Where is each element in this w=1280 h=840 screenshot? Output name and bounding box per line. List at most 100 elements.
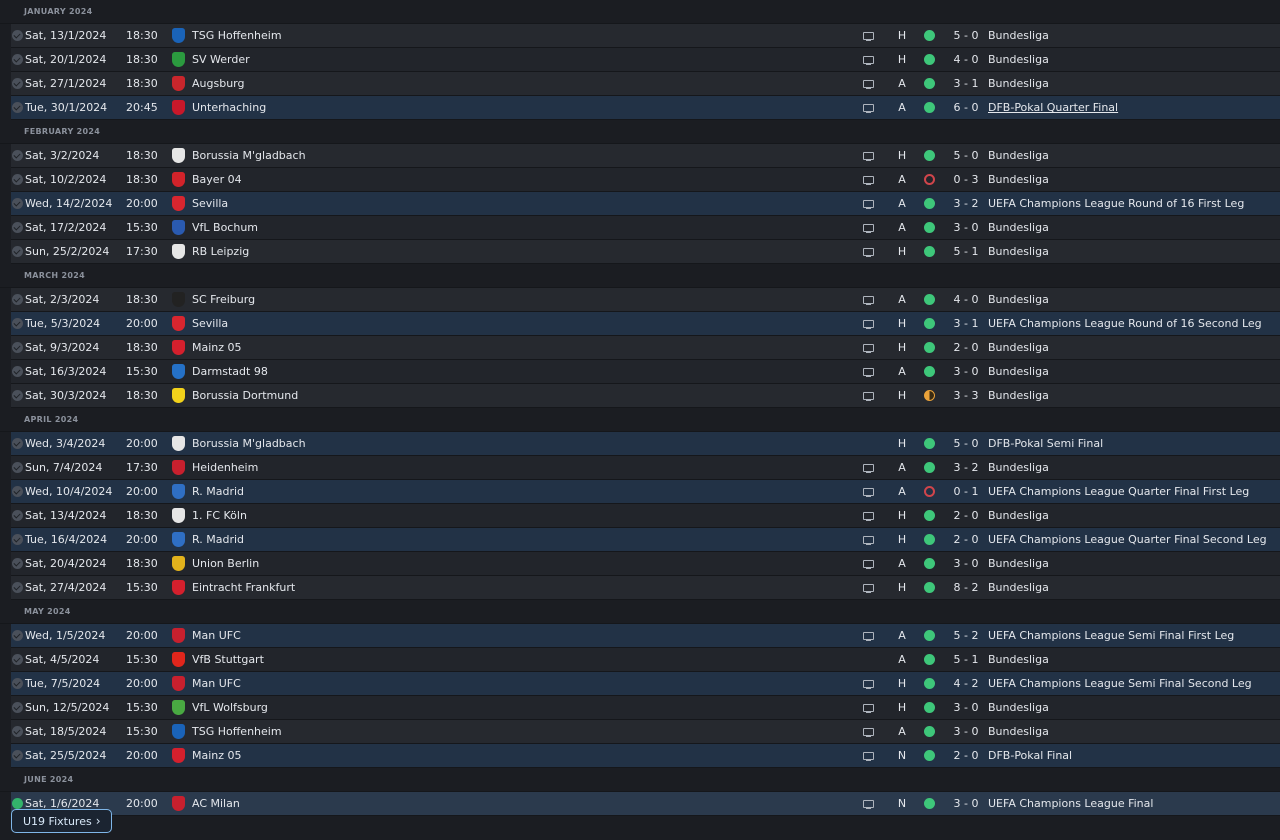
opponent-name[interactable]: Borussia M'gladbach: [192, 144, 306, 167]
match-score[interactable]: 3 - 0: [951, 360, 981, 383]
competition-name[interactable]: Bundesliga: [988, 72, 1049, 95]
fixture-row[interactable]: Sun, 12/5/2024 15:30 VfL Wolfsburg H 3 - 0 Bu…: [11, 696, 1280, 720]
match-score[interactable]: 3 - 3: [951, 384, 981, 407]
opponent-name[interactable]: Man UFC: [192, 672, 241, 695]
opponent-name[interactable]: Man UFC: [192, 624, 241, 647]
fixture-row[interactable]: Wed, 1/5/2024 20:00 Man UFC A 5 - 2 UEFA Cham…: [11, 624, 1280, 648]
match-score[interactable]: 3 - 0: [951, 216, 981, 239]
opponent-name[interactable]: RB Leipzig: [192, 240, 249, 263]
competition-name[interactable]: Bundesliga: [988, 576, 1049, 599]
opponent-name[interactable]: Union Berlin: [192, 552, 259, 575]
opponent-name[interactable]: Bayer 04: [192, 168, 242, 191]
competition-name[interactable]: Bundesliga: [988, 384, 1049, 407]
match-score[interactable]: 3 - 1: [951, 312, 981, 335]
opponent-name[interactable]: Heidenheim: [192, 456, 258, 479]
competition-name[interactable]: Bundesliga: [988, 360, 1049, 383]
competition-name[interactable]: Bundesliga: [988, 48, 1049, 71]
opponent-name[interactable]: Sevilla: [192, 312, 228, 335]
match-score[interactable]: 2 - 0: [951, 744, 981, 767]
opponent-name[interactable]: Borussia M'gladbach: [192, 432, 306, 455]
fixture-row[interactable]: Wed, 10/4/2024 20:00 R. Madrid A 0 - 1 UEFA C…: [11, 480, 1280, 504]
fixture-row[interactable]: Sat, 20/4/2024 18:30 Union Berlin A 3 - 0 Bun…: [11, 552, 1280, 576]
match-score[interactable]: 4 - 2: [951, 672, 981, 695]
match-score[interactable]: 0 - 1: [951, 480, 981, 503]
opponent-name[interactable]: R. Madrid: [192, 480, 244, 503]
fixture-row[interactable]: Sat, 18/5/2024 15:30 TSG Hoffenheim A 3 - 0 B…: [11, 720, 1280, 744]
fixture-row[interactable]: Tue, 7/5/2024 20:00 Man UFC H 4 - 2 UEFA Cham…: [11, 672, 1280, 696]
fixture-row[interactable]: Tue, 16/4/2024 20:00 R. Madrid H 2 - 0 UEFA C…: [11, 528, 1280, 552]
match-score[interactable]: 3 - 0: [951, 792, 981, 815]
opponent-name[interactable]: 1. FC Köln: [192, 504, 247, 527]
match-score[interactable]: 2 - 0: [951, 528, 981, 551]
opponent-name[interactable]: SC Freiburg: [192, 288, 255, 311]
competition-name[interactable]: UEFA Champions League Semi Final First L…: [988, 624, 1234, 647]
match-score[interactable]: 3 - 2: [951, 192, 981, 215]
opponent-name[interactable]: Sevilla: [192, 192, 228, 215]
competition-name[interactable]: Bundesliga: [988, 720, 1049, 743]
match-score[interactable]: 6 - 0: [951, 96, 981, 119]
fixture-row[interactable]: Sat, 1/6/2024 20:00 AC Milan N 3 - 0 UEFA Cha…: [11, 792, 1280, 816]
fixture-row[interactable]: Sat, 13/4/2024 18:30 1. FC Köln H 2 - 0 Bunde…: [11, 504, 1280, 528]
fixture-row[interactable]: Sat, 3/2/2024 18:30 Borussia M'gladbach H 5 …: [11, 144, 1280, 168]
match-score[interactable]: 8 - 2: [951, 576, 981, 599]
match-score[interactable]: 5 - 0: [951, 24, 981, 47]
competition-name[interactable]: UEFA Champions League Semi Final Second …: [988, 672, 1252, 695]
match-score[interactable]: 0 - 3: [951, 168, 981, 191]
opponent-name[interactable]: VfL Bochum: [192, 216, 258, 239]
fixture-row[interactable]: Sat, 20/1/2024 18:30 SV Werder H 4 - 0 Bundes…: [11, 48, 1280, 72]
match-score[interactable]: 3 - 0: [951, 720, 981, 743]
fixture-row[interactable]: Sat, 9/3/2024 18:30 Mainz 05 H 2 - 0 Bundesli…: [11, 336, 1280, 360]
opponent-name[interactable]: SV Werder: [192, 48, 250, 71]
match-score[interactable]: 3 - 2: [951, 456, 981, 479]
opponent-name[interactable]: Augsburg: [192, 72, 244, 95]
competition-name[interactable]: Bundesliga: [988, 144, 1049, 167]
fixture-row[interactable]: Sun, 25/2/2024 17:30 RB Leipzig H 5 - 1 Bunde…: [11, 240, 1280, 264]
match-score[interactable]: 2 - 0: [951, 336, 981, 359]
competition-name[interactable]: Bundesliga: [988, 288, 1049, 311]
fixture-row[interactable]: Sat, 30/3/2024 18:30 Borussia Dortmund H 3 -…: [11, 384, 1280, 408]
competition-name[interactable]: DFB-Pokal Final: [988, 744, 1072, 767]
competition-name[interactable]: DFB-Pokal Quarter Final: [988, 96, 1118, 119]
opponent-name[interactable]: Unterhaching: [192, 96, 266, 119]
opponent-name[interactable]: TSG Hoffenheim: [192, 24, 282, 47]
match-score[interactable]: 4 - 0: [951, 48, 981, 71]
match-score[interactable]: 3 - 0: [951, 552, 981, 575]
opponent-name[interactable]: VfL Wolfsburg: [192, 696, 268, 719]
match-score[interactable]: 5 - 0: [951, 432, 981, 455]
opponent-name[interactable]: Eintracht Frankfurt: [192, 576, 295, 599]
fixture-row[interactable]: Sat, 10/2/2024 18:30 Bayer 04 A 0 - 3 Bundesl…: [11, 168, 1280, 192]
match-score[interactable]: 5 - 2: [951, 624, 981, 647]
competition-name[interactable]: UEFA Champions League Quarter Final Firs…: [988, 480, 1249, 503]
opponent-name[interactable]: Darmstadt 98: [192, 360, 268, 383]
competition-name[interactable]: Bundesliga: [988, 336, 1049, 359]
fixture-row[interactable]: Sat, 13/1/2024 18:30 TSG Hoffenheim H 5 - 0 B…: [11, 24, 1280, 48]
opponent-name[interactable]: Mainz 05: [192, 336, 242, 359]
fixture-row[interactable]: Sat, 25/5/2024 20:00 Mainz 05 N 2 - 0 DFB-Pok…: [11, 744, 1280, 768]
competition-name[interactable]: Bundesliga: [988, 696, 1049, 719]
opponent-name[interactable]: TSG Hoffenheim: [192, 720, 282, 743]
match-score[interactable]: 4 - 0: [951, 288, 981, 311]
opponent-name[interactable]: Borussia Dortmund: [192, 384, 298, 407]
u19-fixtures-button[interactable]: U19 Fixtures ›: [11, 809, 112, 833]
competition-name[interactable]: UEFA Champions League Final: [988, 792, 1153, 815]
competition-name[interactable]: UEFA Champions League Round of 16 First …: [988, 192, 1244, 215]
fixture-row[interactable]: Wed, 3/4/2024 20:00 Borussia M'gladbach H 5 …: [11, 432, 1280, 456]
opponent-name[interactable]: Mainz 05: [192, 744, 242, 767]
match-score[interactable]: 5 - 1: [951, 648, 981, 671]
match-score[interactable]: 3 - 1: [951, 72, 981, 95]
match-score[interactable]: 5 - 1: [951, 240, 981, 263]
competition-name[interactable]: Bundesliga: [988, 648, 1049, 671]
fixture-row[interactable]: Sat, 2/3/2024 18:30 SC Freiburg A 4 - 0 Bunde…: [11, 288, 1280, 312]
competition-name[interactable]: UEFA Champions League Quarter Final Seco…: [988, 528, 1267, 551]
competition-name[interactable]: DFB-Pokal Semi Final: [988, 432, 1103, 455]
competition-name[interactable]: Bundesliga: [988, 24, 1049, 47]
opponent-name[interactable]: R. Madrid: [192, 528, 244, 551]
fixture-row[interactable]: Sun, 7/4/2024 17:30 Heidenheim A 3 - 2 Bundes…: [11, 456, 1280, 480]
fixture-row[interactable]: Sat, 17/2/2024 15:30 VfL Bochum A 3 - 0 Bunde…: [11, 216, 1280, 240]
fixture-row[interactable]: Sat, 27/1/2024 18:30 Augsburg A 3 - 1 Bundesl…: [11, 72, 1280, 96]
competition-name[interactable]: Bundesliga: [988, 456, 1049, 479]
competition-name[interactable]: Bundesliga: [988, 216, 1049, 239]
competition-name[interactable]: Bundesliga: [988, 168, 1049, 191]
opponent-name[interactable]: VfB Stuttgart: [192, 648, 264, 671]
competition-name[interactable]: Bundesliga: [988, 552, 1049, 575]
